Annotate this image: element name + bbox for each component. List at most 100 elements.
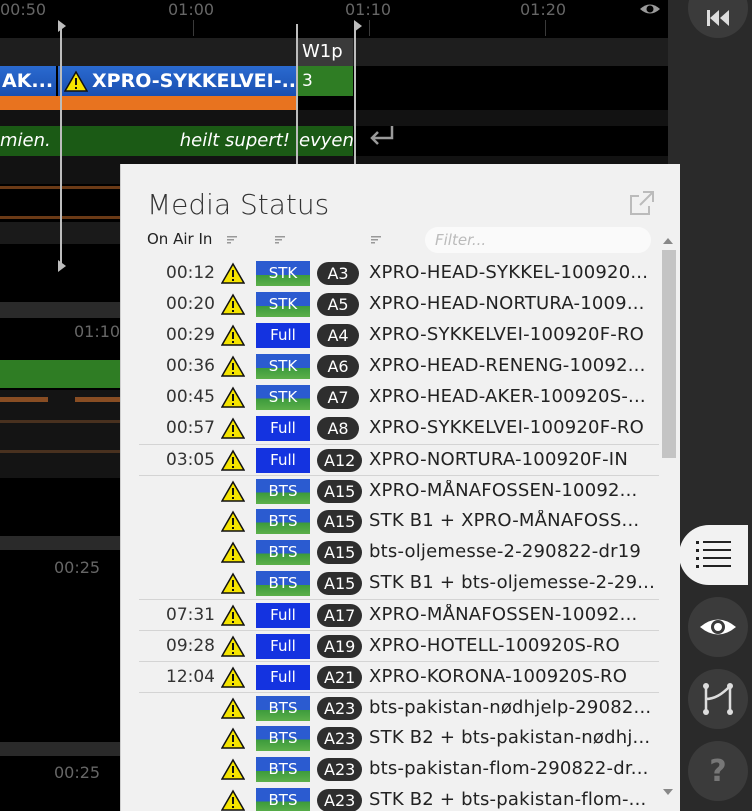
media-row[interactable]: 00:36 STK A6 XPRO-HEAD-RENENG-10092...	[139, 351, 659, 382]
ruler-label: 00:50	[0, 0, 47, 19]
clip-name: XPRO-HEAD-NORTURA-1009...	[369, 293, 645, 314]
clip-name: bts-oljemesse-2-290822-dr19	[369, 541, 641, 562]
warning-icon	[221, 666, 245, 688]
clip-name: STK B1 + bts-oljemesse-2-29...	[369, 572, 656, 593]
media-row[interactable]: BTS A23 bts-pakistan-nødhjelp-29082...	[139, 692, 659, 723]
segment-w1p-count[interactable]: 3	[297, 66, 353, 96]
media-row[interactable]: 00:29 Full A4 XPRO-SYKKELVEI-100920F-RO	[139, 320, 659, 351]
switch-button[interactable]	[688, 669, 748, 729]
track-band	[0, 536, 120, 550]
media-row[interactable]: BTS A23 STK B2 + bts-pakistan-flom-...	[139, 785, 659, 811]
ruler-label: 00:25	[54, 763, 101, 782]
on-air-time: 12:04	[166, 667, 215, 687]
warning-icon	[221, 386, 245, 408]
popout-icon[interactable]	[629, 190, 655, 216]
clip-name: STK B1 + XPRO-MÅNAFOSS...	[369, 510, 640, 531]
on-air-time: 00:29	[166, 325, 215, 345]
ruler-label: 01:20	[520, 0, 567, 19]
warning-icon	[221, 635, 245, 657]
ruler-tick	[545, 20, 546, 36]
media-row[interactable]: BTS A15 STK B1 + XPRO-MÅNAFOSS...	[139, 506, 659, 537]
eye-button[interactable]	[688, 597, 748, 657]
source-badge: BTS	[256, 509, 310, 534]
playhead[interactable]	[296, 24, 298, 164]
segment-green[interactable]	[0, 360, 120, 388]
on-air-time: 00:45	[166, 387, 215, 407]
slot-badge: A3	[317, 262, 359, 285]
on-air-time: 03:05	[166, 450, 215, 470]
switch-icon	[703, 683, 733, 715]
media-row[interactable]: 00:20 STK A5 XPRO-HEAD-NORTURA-1009...	[139, 289, 659, 320]
slot-badge: A15	[317, 541, 363, 564]
segment-w1p-title[interactable]: W1p	[297, 38, 353, 66]
list-icon	[695, 541, 731, 568]
app-root: 00:50 01:00 01:10 01:20 AK... XPRO-SYKKE…	[0, 0, 752, 811]
source-badge: BTS	[256, 479, 310, 504]
segment-main[interactable]: XPRO-SYKKELVEI-...	[58, 66, 296, 96]
scroll-up-arrow[interactable]	[663, 238, 673, 244]
media-row[interactable]: 00:57 Full A8 XPRO-SYKKELVEI-100920F-RO	[139, 413, 659, 444]
source-badge: BTS	[256, 788, 310, 811]
segment-main-label: XPRO-SYKKELVEI-...	[92, 70, 296, 92]
source-badge: Full	[256, 665, 310, 690]
source-badge: Full	[256, 323, 310, 348]
slot-badge: A17	[317, 604, 363, 627]
scroll-down-arrow[interactable]	[663, 789, 673, 795]
media-row[interactable]: 09:28 Full A19 XPRO-HOTELL-100920S-RO	[139, 630, 659, 661]
warning-icon	[221, 510, 245, 532]
eye-icon	[700, 619, 736, 635]
slot-badge: A21	[317, 666, 363, 689]
media-row[interactable]: BTS A23 bts-pakistan-flom-290822-dr...	[139, 754, 659, 785]
slot-badge: A15	[317, 480, 363, 503]
media-row[interactable]: 12:04 Full A21 XPRO-KORONA-100920S-RO	[139, 661, 659, 692]
source-badge: STK	[256, 385, 310, 410]
sort-icon[interactable]	[371, 236, 381, 244]
warning-icon	[221, 262, 245, 284]
subtitle-segment[interactable]: mien. heilt supert!	[0, 126, 296, 156]
media-row[interactable]: 00:12 STK A3 XPRO-HEAD-SYKKEL-100920...	[139, 258, 659, 289]
warning-icon	[221, 604, 245, 626]
scrollbar-thumb[interactable]	[662, 250, 676, 458]
warning-icon	[221, 324, 245, 346]
panel-title: Media Status	[147, 188, 330, 221]
subtitle-left: mien.	[0, 130, 51, 151]
track-band	[0, 390, 120, 478]
clip-name: XPRO-HEAD-RENENG-10092...	[369, 355, 646, 376]
ruler-label: 01:10	[345, 0, 392, 19]
warning-icon	[221, 758, 245, 780]
media-row[interactable]: 07:31 Full A17 XPRO-MÅNAFOSSEN-10092...	[139, 599, 659, 630]
media-row[interactable]: 00:45 STK A7 XPRO-HEAD-AKER-100920S-...	[139, 382, 659, 413]
media-row[interactable]: BTS A15 bts-oljemesse-2-290822-dr19	[139, 537, 659, 568]
slot-badge: A23	[317, 758, 363, 781]
filter-input[interactable]	[425, 227, 651, 253]
warning-icon	[221, 789, 245, 811]
segment-left[interactable]: AK...	[0, 66, 56, 96]
clip-name: XPRO-HEAD-AKER-100920S-...	[369, 386, 646, 407]
media-row[interactable]: BTS A15 STK B1 + bts-oljemesse-2-29...	[139, 568, 659, 599]
slot-badge: A23	[317, 697, 363, 720]
subtitle-right[interactable]: evyen	[297, 126, 353, 156]
sort-icon[interactable]	[227, 236, 237, 244]
on-air-time: 00:20	[166, 294, 215, 314]
column-header-on-air-in[interactable]: On Air In	[147, 230, 212, 248]
slot-badge: A23	[317, 789, 363, 811]
help-button[interactable]: ?	[688, 741, 748, 801]
playhead[interactable]	[60, 24, 62, 268]
slot-badge: A4	[317, 324, 359, 347]
clip-name: bts-pakistan-flom-290822-dr...	[369, 758, 649, 779]
sort-icon[interactable]	[275, 236, 285, 244]
help-icon: ?	[709, 753, 727, 789]
clip-name: XPRO-MÅNAFOSSEN-10092...	[369, 604, 638, 625]
warning-icon	[221, 727, 245, 749]
track-band	[0, 110, 668, 126]
clip-name: XPRO-KORONA-100920S-RO	[369, 666, 628, 687]
media-row[interactable]: BTS A23 STK B2 + bts-pakistan-nødhj...	[139, 723, 659, 754]
list-button[interactable]	[679, 525, 748, 585]
track-band	[0, 302, 120, 318]
playhead[interactable]	[354, 24, 356, 164]
on-air-time: 00:57	[166, 418, 215, 438]
media-row[interactable]: 03:05 Full A12 XPRO-NORTURA-100920F-IN	[139, 444, 659, 475]
return-icon[interactable]	[366, 122, 398, 148]
eye-icon[interactable]	[638, 0, 662, 18]
media-row[interactable]: BTS A15 XPRO-MÅNAFOSSEN-10092...	[139, 475, 659, 506]
